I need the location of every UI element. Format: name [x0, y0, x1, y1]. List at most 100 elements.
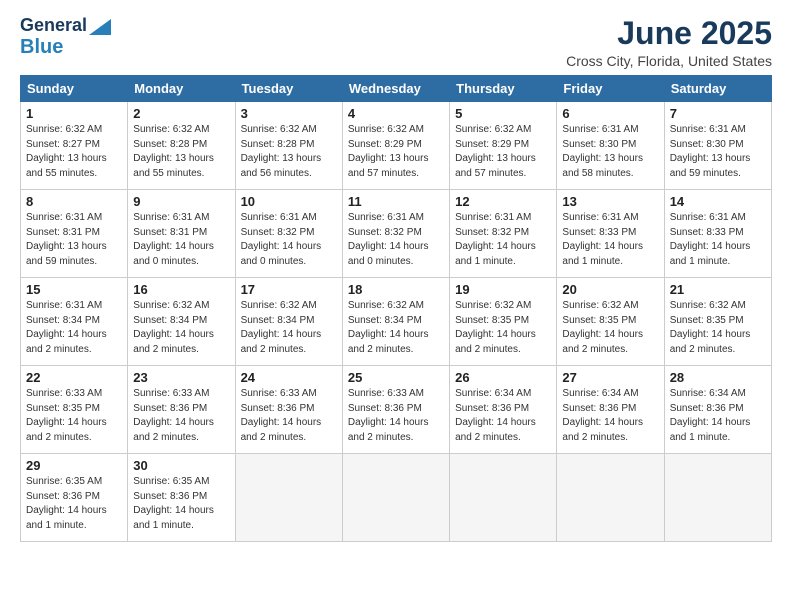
calendar-week-row: 15 Sunrise: 6:31 AM Sunset: 8:34 PM Dayli… [21, 278, 772, 366]
day-number: 24 [241, 370, 337, 385]
day-info: Sunrise: 6:32 AM Sunset: 8:35 PM Dayligh… [670, 299, 766, 357]
day-info: Sunrise: 6:31 AM Sunset: 8:33 PM Dayligh… [670, 211, 766, 269]
day-info: Sunrise: 6:32 AM Sunset: 8:28 PM Dayligh… [133, 123, 229, 181]
day-info: Sunrise: 6:32 AM Sunset: 8:27 PM Dayligh… [26, 123, 122, 181]
col-header-monday: Monday [128, 76, 235, 102]
day-info: Sunrise: 6:33 AM Sunset: 8:36 PM Dayligh… [133, 387, 229, 445]
day-info: Sunrise: 6:34 AM Sunset: 8:36 PM Dayligh… [455, 387, 551, 445]
day-info: Sunrise: 6:32 AM Sunset: 8:28 PM Dayligh… [241, 123, 337, 181]
day-number: 7 [670, 106, 766, 121]
calendar-cell: 7 Sunrise: 6:31 AM Sunset: 8:30 PM Daylig… [664, 102, 771, 190]
day-info: Sunrise: 6:31 AM Sunset: 8:30 PM Dayligh… [562, 123, 658, 181]
calendar-cell: 19 Sunrise: 6:32 AM Sunset: 8:35 PM Dayli… [450, 278, 557, 366]
calendar-cell: 9 Sunrise: 6:31 AM Sunset: 8:31 PM Daylig… [128, 190, 235, 278]
calendar-cell: 13Sunrise: 6:31 AM Sunset: 8:33 PM Dayli… [557, 190, 664, 278]
day-info: Sunrise: 6:34 AM Sunset: 8:36 PM Dayligh… [562, 387, 658, 445]
calendar-cell [450, 454, 557, 542]
day-number: 27 [562, 370, 658, 385]
day-info: Sunrise: 6:35 AM Sunset: 8:36 PM Dayligh… [133, 475, 229, 533]
col-header-friday: Friday [557, 76, 664, 102]
day-number: 12 [455, 194, 551, 209]
day-number: 30 [133, 458, 229, 473]
calendar-week-row: 29 Sunrise: 6:35 AM Sunset: 8:36 PM Dayli… [21, 454, 772, 542]
calendar-cell: 10 Sunrise: 6:31 AM Sunset: 8:32 PM Dayli… [235, 190, 342, 278]
col-header-tuesday: Tuesday [235, 76, 342, 102]
day-number: 5 [455, 106, 551, 121]
day-info: Sunrise: 6:31 AM Sunset: 8:31 PM Dayligh… [133, 211, 229, 269]
day-info: Sunrise: 6:32 AM Sunset: 8:34 PM Dayligh… [133, 299, 229, 357]
calendar-cell: 15 Sunrise: 6:31 AM Sunset: 8:34 PM Dayli… [21, 278, 128, 366]
month-title: June 2025 [566, 16, 772, 51]
day-number: 13 [562, 194, 658, 209]
calendar-cell: 11Sunrise: 6:31 AM Sunset: 8:32 PM Dayli… [342, 190, 449, 278]
calendar-cell: 22 Sunrise: 6:33 AM Sunset: 8:35 PM Dayli… [21, 366, 128, 454]
day-number: 20 [562, 282, 658, 297]
calendar-cell [235, 454, 342, 542]
day-number: 1 [26, 106, 122, 121]
logo-icon [89, 19, 111, 35]
calendar-cell: 20 Sunrise: 6:32 AM Sunset: 8:35 PM Dayli… [557, 278, 664, 366]
day-number: 8 [26, 194, 122, 209]
day-info: Sunrise: 6:32 AM Sunset: 8:35 PM Dayligh… [562, 299, 658, 357]
day-number: 19 [455, 282, 551, 297]
calendar-cell: 17Sunrise: 6:32 AM Sunset: 8:34 PM Dayli… [235, 278, 342, 366]
day-info: Sunrise: 6:33 AM Sunset: 8:35 PM Dayligh… [26, 387, 122, 445]
logo-general: General [20, 16, 87, 36]
calendar-header-row: SundayMondayTuesdayWednesdayThursdayFrid… [21, 76, 772, 102]
day-number: 21 [670, 282, 766, 297]
col-header-thursday: Thursday [450, 76, 557, 102]
calendar-cell: 25Sunrise: 6:33 AM Sunset: 8:36 PM Dayli… [342, 366, 449, 454]
day-info: Sunrise: 6:33 AM Sunset: 8:36 PM Dayligh… [241, 387, 337, 445]
day-number: 22 [26, 370, 122, 385]
day-info: Sunrise: 6:32 AM Sunset: 8:29 PM Dayligh… [455, 123, 551, 181]
calendar-cell: 12 Sunrise: 6:31 AM Sunset: 8:32 PM Dayli… [450, 190, 557, 278]
day-number: 28 [670, 370, 766, 385]
day-number: 4 [348, 106, 444, 121]
logo: General Blue [20, 16, 111, 58]
calendar-cell [557, 454, 664, 542]
day-number: 14 [670, 194, 766, 209]
day-number: 15 [26, 282, 122, 297]
day-info: Sunrise: 6:33 AM Sunset: 8:36 PM Dayligh… [348, 387, 444, 445]
calendar-cell: 18Sunrise: 6:32 AM Sunset: 8:34 PM Dayli… [342, 278, 449, 366]
day-info: Sunrise: 6:32 AM Sunset: 8:35 PM Dayligh… [455, 299, 551, 357]
day-number: 18 [348, 282, 444, 297]
day-number: 23 [133, 370, 229, 385]
day-info: Sunrise: 6:31 AM Sunset: 8:32 PM Dayligh… [241, 211, 337, 269]
calendar-week-row: 8 Sunrise: 6:31 AM Sunset: 8:31 PM Daylig… [21, 190, 772, 278]
day-info: Sunrise: 6:32 AM Sunset: 8:29 PM Dayligh… [348, 123, 444, 181]
day-number: 16 [133, 282, 229, 297]
calendar-cell: 4 Sunrise: 6:32 AM Sunset: 8:29 PM Daylig… [342, 102, 449, 190]
logo-blue: Blue [20, 36, 63, 58]
col-header-saturday: Saturday [664, 76, 771, 102]
day-number: 3 [241, 106, 337, 121]
day-number: 26 [455, 370, 551, 385]
calendar-cell: 6Sunrise: 6:31 AM Sunset: 8:30 PM Daylig… [557, 102, 664, 190]
header: General Blue June 2025 Cross City, Flori… [20, 16, 772, 69]
calendar-cell: 28 Sunrise: 6:34 AM Sunset: 8:36 PM Dayli… [664, 366, 771, 454]
calendar-cell: 8 Sunrise: 6:31 AM Sunset: 8:31 PM Daylig… [21, 190, 128, 278]
calendar-week-row: 1 Sunrise: 6:32 AM Sunset: 8:27 PM Daylig… [21, 102, 772, 190]
calendar-cell [342, 454, 449, 542]
calendar-cell: 14 Sunrise: 6:31 AM Sunset: 8:33 PM Dayli… [664, 190, 771, 278]
day-info: Sunrise: 6:31 AM Sunset: 8:32 PM Dayligh… [455, 211, 551, 269]
calendar-cell: 27 Sunrise: 6:34 AM Sunset: 8:36 PM Dayli… [557, 366, 664, 454]
day-info: Sunrise: 6:31 AM Sunset: 8:32 PM Dayligh… [348, 211, 444, 269]
calendar-cell: 26 Sunrise: 6:34 AM Sunset: 8:36 PM Dayli… [450, 366, 557, 454]
page: General Blue June 2025 Cross City, Flori… [0, 0, 792, 612]
calendar-table: SundayMondayTuesdayWednesdayThursdayFrid… [20, 75, 772, 542]
day-number: 2 [133, 106, 229, 121]
day-info: Sunrise: 6:31 AM Sunset: 8:30 PM Dayligh… [670, 123, 766, 181]
calendar-cell: 23 Sunrise: 6:33 AM Sunset: 8:36 PM Dayli… [128, 366, 235, 454]
day-number: 9 [133, 194, 229, 209]
day-number: 17 [241, 282, 337, 297]
day-info: Sunrise: 6:31 AM Sunset: 8:31 PM Dayligh… [26, 211, 122, 269]
day-number: 29 [26, 458, 122, 473]
day-number: 10 [241, 194, 337, 209]
location: Cross City, Florida, United States [566, 53, 772, 69]
title-block: June 2025 Cross City, Florida, United St… [566, 16, 772, 69]
calendar-cell: 24 Sunrise: 6:33 AM Sunset: 8:36 PM Dayli… [235, 366, 342, 454]
day-info: Sunrise: 6:31 AM Sunset: 8:34 PM Dayligh… [26, 299, 122, 357]
calendar-cell: 16 Sunrise: 6:32 AM Sunset: 8:34 PM Dayli… [128, 278, 235, 366]
day-info: Sunrise: 6:34 AM Sunset: 8:36 PM Dayligh… [670, 387, 766, 445]
